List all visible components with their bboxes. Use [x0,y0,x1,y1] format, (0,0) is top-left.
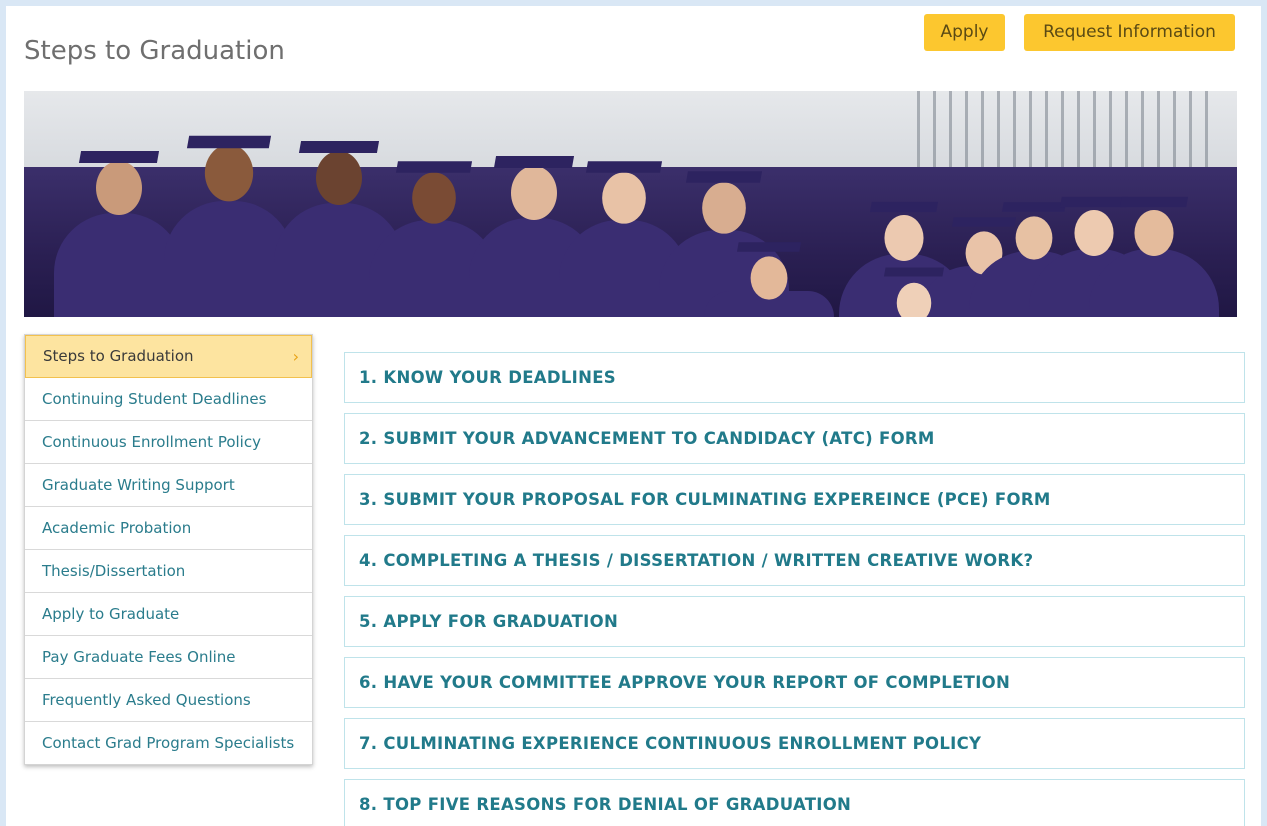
page-title: Steps to Graduation [24,36,285,66]
sidebar-item-label: Pay Graduate Fees Online [42,648,236,666]
step-title: 8. TOP FIVE REASONS FOR DENIAL OF GRADUA… [359,795,852,814]
sidebar-item-continuing-student-deadlines[interactable]: Continuing Student Deadlines [25,378,312,421]
graduate-face [412,172,456,224]
graduation-cap [298,141,380,153]
graduation-cap [395,161,473,173]
accordion-step-7[interactable]: 7. CULMINATING EXPERIENCE CONTINUOUS ENR… [344,718,1245,769]
graduation-cap [736,242,802,252]
graduation-cap [869,201,939,213]
graduate-figure [1084,196,1224,317]
sidebar-item-graduate-writing-support[interactable]: Graduate Writing Support [25,464,312,507]
graduate-face [204,144,254,202]
graduate-face [602,172,646,224]
sidebar-nav: Steps to Graduation › Continuing Student… [24,334,313,765]
accordion-step-6[interactable]: 6. HAVE YOUR COMMITTEE APPROVE YOUR REPO… [344,657,1245,708]
sidebar-item-label: Continuous Enrollment Policy [42,433,261,451]
accordion-step-5[interactable]: 5. APPLY FOR GRADUATION [344,596,1245,647]
sidebar-item-faq[interactable]: Frequently Asked Questions [25,679,312,722]
chevron-right-icon: › [292,347,299,366]
step-title: 1. KNOW YOUR DEADLINES [359,368,616,387]
graduation-cap [883,267,945,277]
graduation-cap [186,135,272,149]
step-title: 4. COMPLETING A THESIS / DISSERTATION / … [359,551,1034,570]
sidebar-item-label: Frequently Asked Questions [42,691,251,709]
step-title: 3. SUBMIT YOUR PROPOSAL FOR CULMINATING … [359,490,1051,509]
steps-accordion: 1. KNOW YOUR DEADLINES 2. SUBMIT YOUR AD… [344,352,1245,826]
sidebar-item-pay-graduate-fees[interactable]: Pay Graduate Fees Online [25,636,312,679]
graduate-gown [1089,248,1219,317]
graduate-figure [844,266,984,317]
graduate-face [316,151,362,205]
step-title: 7. CULMINATING EXPERIENCE CONTINUOUS ENR… [359,734,982,753]
sidebar-item-label: Contact Grad Program Specialists [42,734,295,752]
accordion-step-1[interactable]: 1. KNOW YOUR DEADLINES [344,352,1245,403]
accordion-step-8[interactable]: 8. TOP FIVE REASONS FOR DENIAL OF GRADUA… [344,779,1245,826]
sidebar-item-label: Academic Probation [42,519,192,537]
page-frame: Steps to Graduation Apply Request Inform… [6,6,1261,826]
graduation-cap [1119,196,1189,208]
step-title: 5. APPLY FOR GRADUATION [359,612,619,631]
accordion-step-4[interactable]: 4. COMPLETING A THESIS / DISSERTATION / … [344,535,1245,586]
sidebar-item-steps-to-graduation[interactable]: Steps to Graduation › [25,335,312,378]
graduate-face [702,182,746,234]
accordion-step-2[interactable]: 2. SUBMIT YOUR ADVANCEMENT TO CANDIDACY … [344,413,1245,464]
sidebar-item-label: Continuing Student Deadlines [42,390,267,408]
sidebar-item-label: Thesis/Dissertation [42,562,186,580]
sidebar-item-label: Graduate Writing Support [42,476,235,494]
request-information-button[interactable]: Request Information [1024,14,1235,51]
sidebar-item-label: Apply to Graduate [42,605,180,623]
sidebar-item-continuous-enrollment-policy[interactable]: Continuous Enrollment Policy [25,421,312,464]
graduate-face [96,161,142,215]
sidebar-item-contact-specialists[interactable]: Contact Grad Program Specialists [25,722,312,764]
accordion-step-3[interactable]: 3. SUBMIT YOUR PROPOSAL FOR CULMINATING … [344,474,1245,525]
sidebar-item-academic-probation[interactable]: Academic Probation [25,507,312,550]
step-title: 6. HAVE YOUR COMMITTEE APPROVE YOUR REPO… [359,673,1011,692]
graduate-face [896,282,932,317]
hero-banner-image [24,91,1237,317]
graduate-face [511,166,557,220]
sidebar-item-apply-to-graduate[interactable]: Apply to Graduate [25,593,312,636]
graduate-face [1134,210,1174,256]
graduation-cap [78,151,160,163]
step-title: 2. SUBMIT YOUR ADVANCEMENT TO CANDIDACY … [359,429,935,448]
graduate-figure [699,241,839,317]
sidebar-item-thesis-dissertation[interactable]: Thesis/Dissertation [25,550,312,593]
graduation-cap [685,171,763,183]
graduate-face [750,256,788,300]
graduation-cap [585,161,663,173]
apply-button[interactable]: Apply [924,14,1005,51]
sidebar-item-label: Steps to Graduation [43,347,194,365]
